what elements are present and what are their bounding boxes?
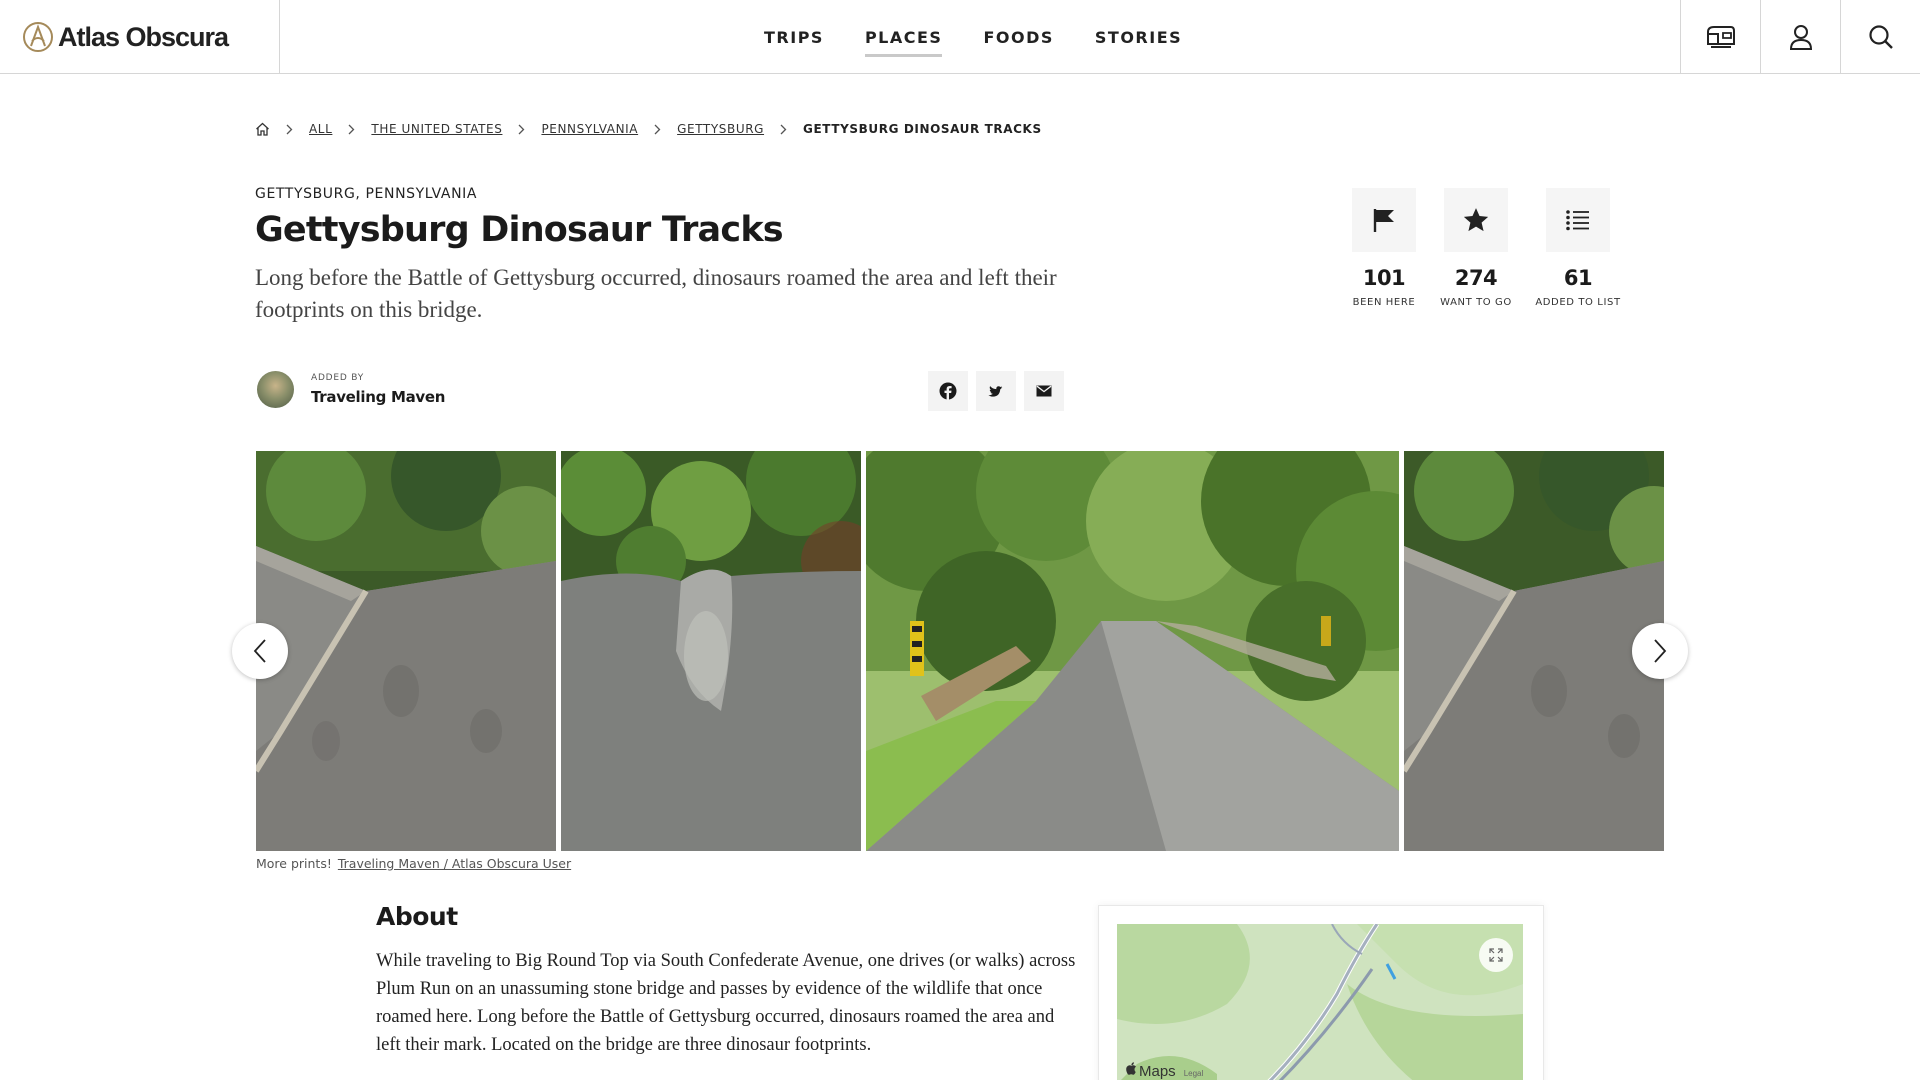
home-icon xyxy=(256,122,269,136)
about-text: While traveling to Big Round Top via Sou… xyxy=(376,951,1076,1055)
photo-credit-link[interactable]: Traveling Maven / Atlas Obscura User xyxy=(338,856,571,871)
breadcrumb-state[interactable]: Pennsylvania xyxy=(541,122,638,136)
list-icon xyxy=(1566,210,1589,231)
stat-been-here: 101 Been Here xyxy=(1334,188,1434,308)
search-icon xyxy=(1868,25,1893,49)
avatar[interactable] xyxy=(257,371,294,408)
nav-places[interactable]: PLACES xyxy=(861,22,947,57)
chevron-right-icon xyxy=(286,124,293,135)
location-map[interactable]: Maps Legal xyxy=(1117,924,1523,1080)
added-by: Added by Traveling Maven xyxy=(257,371,445,408)
chevron-right-icon xyxy=(1654,639,1667,663)
main-nav: TRIPS PLACES FOODS STORIES xyxy=(760,0,1219,74)
want-to-go-count: 274 xyxy=(1454,266,1498,290)
nav-trips[interactable]: TRIPS xyxy=(760,22,828,53)
been-here-count: 101 xyxy=(1362,266,1406,290)
want-to-go-button[interactable] xyxy=(1444,188,1508,252)
gallery-photo-1[interactable] xyxy=(256,451,556,851)
apple-logo-icon xyxy=(1126,1062,1136,1075)
mailbox-button[interactable] xyxy=(1680,0,1760,74)
share-facebook-button[interactable] xyxy=(928,371,968,411)
gallery-next-button[interactable] xyxy=(1632,623,1688,679)
star-icon xyxy=(1463,208,1489,232)
been-here-label: Been Here xyxy=(1352,297,1416,308)
map-card: Maps Legal xyxy=(1098,905,1544,1080)
share-email-button[interactable] xyxy=(1024,371,1064,411)
breadcrumb-current: Gettysburg Dinosaur Tracks xyxy=(803,122,1042,136)
map-brand: Maps xyxy=(1139,1063,1176,1080)
map-expand-button[interactable] xyxy=(1479,938,1513,972)
atlas-obscura-logo-icon xyxy=(23,22,53,52)
photo-caption: More prints! Traveling Maven / Atlas Obsc… xyxy=(256,856,571,871)
place-subtitle: Long before the Battle of Gettysburg occ… xyxy=(255,265,1057,322)
map-legal-link[interactable]: Legal xyxy=(1184,1069,1204,1078)
gallery-photo-2[interactable] xyxy=(561,451,861,851)
chevron-right-icon xyxy=(780,124,787,135)
expand-icon xyxy=(1489,948,1503,962)
gallery-photo-4[interactable] xyxy=(1404,451,1664,851)
added-to-list-count: 61 xyxy=(1563,266,1593,290)
breadcrumb-city[interactable]: Gettysburg xyxy=(677,122,764,136)
photo-gallery xyxy=(256,451,1664,851)
page-title: Gettysburg Dinosaur Tracks xyxy=(255,210,784,250)
gallery-photo-3[interactable] xyxy=(866,451,1399,851)
nav-foods[interactable]: FOODS xyxy=(979,22,1057,53)
mailbox-icon xyxy=(1706,26,1735,48)
add-to-list-button[interactable] xyxy=(1546,188,1610,252)
map-attribution: Maps Legal xyxy=(1125,1062,1203,1080)
header-actions xyxy=(1680,0,1920,74)
chevron-left-icon xyxy=(253,639,266,663)
place-stats: 101 Been Here 274 Want to Go 61 Added to… xyxy=(1334,188,1634,318)
share-twitter-button[interactable] xyxy=(976,371,1016,411)
share-buttons xyxy=(928,371,1064,411)
breadcrumb-home[interactable] xyxy=(255,122,270,136)
site-header: Atlas Obscura TRIPS PLACES FOODS STORIES xyxy=(0,0,1920,74)
breadcrumb-all[interactable]: All xyxy=(309,122,332,136)
breadcrumb: All The United States Pennsylvania Getty… xyxy=(255,122,1042,136)
chevron-right-icon xyxy=(518,124,525,135)
chevron-right-icon xyxy=(654,124,661,135)
facebook-icon xyxy=(939,382,957,400)
logo-text: Atlas Obscura xyxy=(58,21,229,52)
chevron-right-icon xyxy=(348,124,355,135)
added-to-list-label: Added to List xyxy=(1535,297,1621,308)
place-location[interactable]: Gettysburg, Pennsylvania xyxy=(255,186,477,202)
about-heading: About xyxy=(376,902,458,931)
account-button[interactable] xyxy=(1760,0,1840,74)
logo-link[interactable]: Atlas Obscura xyxy=(0,0,280,74)
been-here-button[interactable] xyxy=(1352,188,1416,252)
caption-text: More prints! xyxy=(256,856,332,871)
flag-icon xyxy=(1373,209,1394,232)
added-by-label: Added by xyxy=(311,373,365,383)
stat-want-to-go: 274 Want to Go xyxy=(1426,188,1526,308)
email-icon xyxy=(1036,385,1052,397)
gallery-prev-button[interactable] xyxy=(232,623,288,679)
user-icon xyxy=(1789,25,1812,50)
nav-stories[interactable]: STORIES xyxy=(1091,22,1186,53)
search-button[interactable] xyxy=(1840,0,1920,74)
stat-added-to-list: 61 Added to List xyxy=(1528,188,1628,308)
want-to-go-label: Want to Go xyxy=(1440,297,1512,308)
twitter-icon xyxy=(988,385,1003,397)
breadcrumb-country[interactable]: The United States xyxy=(371,122,502,136)
contributor-name[interactable]: Traveling Maven xyxy=(311,388,445,406)
